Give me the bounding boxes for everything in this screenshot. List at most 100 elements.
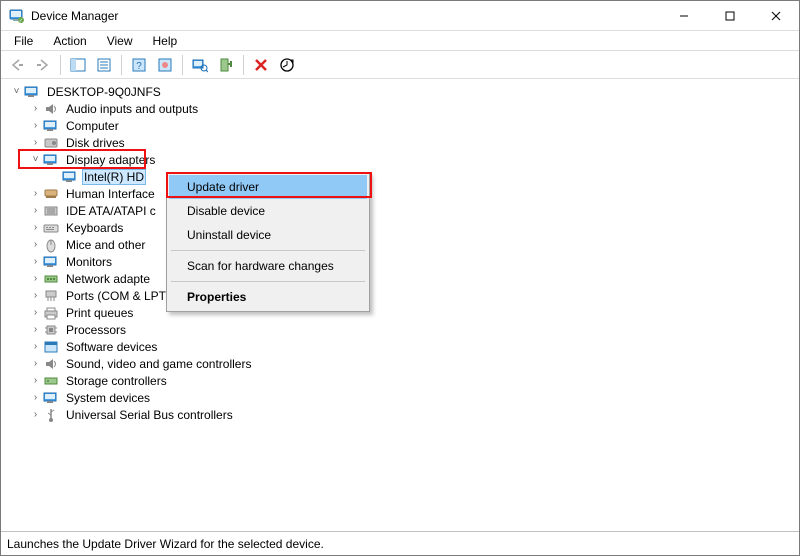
mouse-icon <box>43 237 59 253</box>
expand-icon[interactable]: › <box>28 239 43 250</box>
expand-icon[interactable]: › <box>28 205 43 216</box>
toolbar-separator <box>121 55 122 75</box>
ctx-scan-hardware[interactable]: Scan for hardware changes <box>169 254 367 278</box>
window-buttons <box>661 1 799 30</box>
menu-separator <box>171 250 365 251</box>
show-hide-tree-button[interactable] <box>66 54 90 76</box>
monitor-icon <box>43 254 59 270</box>
close-button[interactable] <box>753 1 799 30</box>
ide-icon <box>43 203 59 219</box>
properties-button[interactable] <box>92 54 116 76</box>
tree-item-ports[interactable]: › Ports (COM & LPT) <box>24 287 799 304</box>
audio-icon <box>43 101 59 117</box>
ctx-uninstall-device[interactable]: Uninstall device <box>169 223 367 247</box>
tree-item-usb[interactable]: › Universal Serial Bus controllers <box>24 406 799 423</box>
expand-icon[interactable]: › <box>28 324 43 335</box>
nav-back-button[interactable] <box>5 54 29 76</box>
scan-hardware-button[interactable] <box>188 54 212 76</box>
nav-forward-button[interactable] <box>31 54 55 76</box>
tree-item-audio[interactable]: › Audio inputs and outputs <box>24 100 799 117</box>
software-icon <box>43 339 59 355</box>
tree-item-label: Mice and other <box>66 238 145 252</box>
tree-item-label: Processors <box>66 323 126 337</box>
tree-item-label: IDE ATA/ATAPI c <box>66 204 156 218</box>
network-icon <box>43 271 59 287</box>
tree-item-label: Print queues <box>66 306 133 320</box>
toolbar-separator <box>60 55 61 75</box>
tree-item-computer[interactable]: › Computer <box>24 117 799 134</box>
tree-item-software[interactable]: › Software devices <box>24 338 799 355</box>
tree-item-label: Ports (COM & LPT) <box>66 289 170 303</box>
expand-icon[interactable]: › <box>28 307 43 318</box>
device-tree[interactable]: ˅ DESKTOP-9Q0JNFS › Audio inputs and out… <box>1 79 799 527</box>
tree-item-hid[interactable]: › Human Interface <box>24 185 799 202</box>
menu-file[interactable]: File <box>5 32 42 50</box>
add-legacy-hardware-button[interactable] <box>214 54 238 76</box>
disk-icon <box>43 135 59 151</box>
app-icon: ✓ <box>9 8 25 24</box>
expand-icon[interactable]: › <box>28 273 43 284</box>
hid-icon <box>43 186 59 202</box>
expand-icon[interactable]: › <box>28 358 43 369</box>
expand-icon[interactable]: › <box>28 375 43 386</box>
toolbar: ? <box>1 51 799 79</box>
tree-item-label: Monitors <box>66 255 112 269</box>
computer-icon <box>24 84 40 100</box>
menu-separator <box>171 281 365 282</box>
expand-icon[interactable]: › <box>28 103 43 114</box>
tree-item-mice[interactable]: › Mice and other <box>24 236 799 253</box>
expand-icon[interactable]: › <box>28 188 43 199</box>
system-icon <box>43 390 59 406</box>
tree-item-label: Display adapters <box>66 153 155 167</box>
uninstall-device-button[interactable] <box>249 54 273 76</box>
tree-root[interactable]: ˅ DESKTOP-9Q0JNFS <box>5 83 799 100</box>
expand-icon[interactable]: › <box>28 137 43 148</box>
tree-item-label: Intel(R) HD <box>84 170 144 184</box>
tree-item-system[interactable]: › System devices <box>24 389 799 406</box>
menu-action[interactable]: Action <box>44 32 95 50</box>
collapse-icon[interactable]: ˅ <box>28 154 43 165</box>
expand-icon[interactable]: › <box>28 392 43 403</box>
storage-icon <box>43 373 59 389</box>
tree-item-processors[interactable]: › Processors <box>24 321 799 338</box>
tree-item-label: Software devices <box>66 340 157 354</box>
tree-item-label: Audio inputs and outputs <box>66 102 198 116</box>
tree-item-label: Sound, video and game controllers <box>66 357 251 371</box>
tree-item-print[interactable]: › Print queues <box>24 304 799 321</box>
ctx-update-driver[interactable]: Update driver <box>169 175 367 199</box>
ctx-properties[interactable]: Properties <box>169 285 367 309</box>
tree-item-disk[interactable]: › Disk drives <box>24 134 799 151</box>
tree-item-ide[interactable]: › IDE ATA/ATAPI c <box>24 202 799 219</box>
expand-icon[interactable]: › <box>28 290 43 301</box>
expand-icon[interactable]: › <box>28 222 43 233</box>
toolbar-separator <box>243 55 244 75</box>
ctx-disable-device[interactable]: Disable device <box>169 199 367 223</box>
tree-item-storage[interactable]: › Storage controllers <box>24 372 799 389</box>
tree-item-label: Human Interface <box>66 187 155 201</box>
expand-icon[interactable]: › <box>28 341 43 352</box>
tree-item-intel-hd[interactable]: Intel(R) HD <box>43 168 799 185</box>
collapse-icon[interactable]: ˅ <box>9 86 24 97</box>
sound-icon <box>43 356 59 372</box>
tree-item-label: Storage controllers <box>66 374 167 388</box>
tree-item-network[interactable]: › Network adapte <box>24 270 799 287</box>
status-bar: Launches the Update Driver Wizard for th… <box>1 531 799 555</box>
menu-help[interactable]: Help <box>144 32 187 50</box>
expand-icon[interactable]: › <box>28 120 43 131</box>
printer-icon <box>43 305 59 321</box>
tree-item-sound[interactable]: › Sound, video and game controllers <box>24 355 799 372</box>
help-button[interactable]: ? <box>127 54 151 76</box>
maximize-button[interactable] <box>707 1 753 30</box>
tree-item-label: Computer <box>66 119 119 133</box>
tree-item-keyboards[interactable]: › Keyboards <box>24 219 799 236</box>
tree-item-display-adapters[interactable]: ˅ Display adapters <box>24 151 799 168</box>
action-icon[interactable] <box>153 54 177 76</box>
keyboard-icon <box>43 220 59 236</box>
update-driver-button[interactable] <box>275 54 299 76</box>
tree-item-monitors[interactable]: › Monitors <box>24 253 799 270</box>
expand-icon[interactable]: › <box>28 256 43 267</box>
usb-icon <box>43 407 59 423</box>
menu-view[interactable]: View <box>98 32 142 50</box>
minimize-button[interactable] <box>661 1 707 30</box>
expand-icon[interactable]: › <box>28 409 43 420</box>
